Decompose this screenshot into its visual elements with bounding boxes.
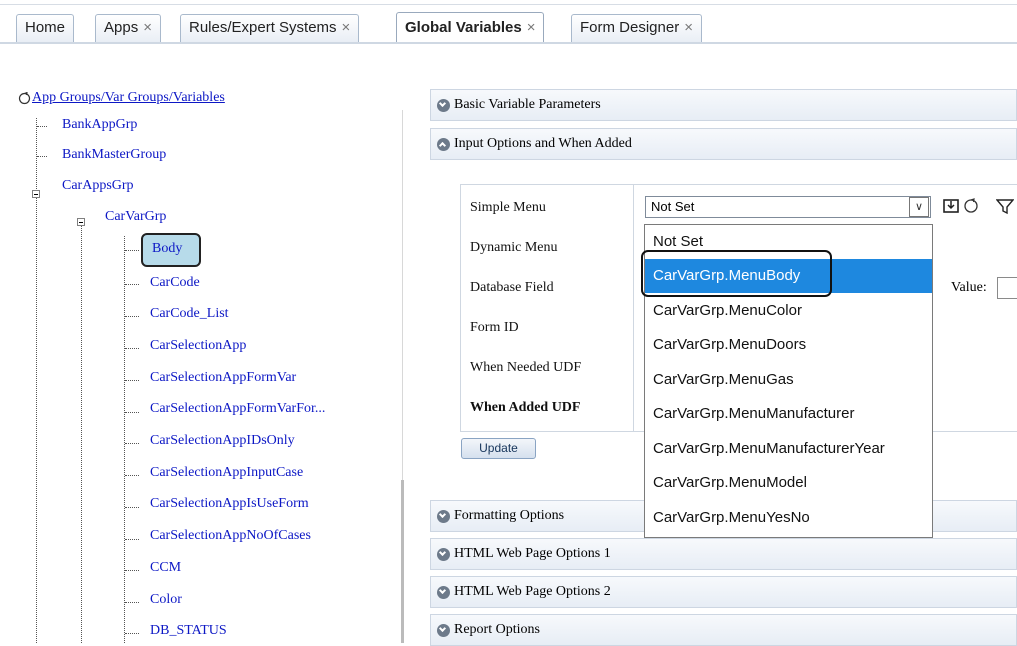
tab-label: Apps <box>104 19 139 36</box>
refresh-icon[interactable] <box>18 92 31 105</box>
chevron-up-icon <box>437 138 450 151</box>
dropdown-option[interactable]: CarVarGrp.MenuDoors <box>645 328 932 362</box>
tree-item[interactable]: CarSelectionAppIDsOnly <box>150 433 295 449</box>
tree-item[interactable]: CarSelectionAppNoOfCases <box>150 528 311 544</box>
tree-line <box>125 633 139 634</box>
when-added-udf-label: When Added UDF <box>470 400 581 415</box>
when-needed-udf-label: When Needed UDF <box>470 360 582 375</box>
tree-line <box>125 570 139 571</box>
tree-item[interactable]: CarSelectionAppFormVar <box>150 370 296 386</box>
tree-line <box>125 380 139 381</box>
tree-item-body[interactable]: Body <box>152 241 182 257</box>
tree-item[interactable]: CarSelectionAppIsUseForm <box>150 496 309 512</box>
section-basic-variable-parameters[interactable]: Basic Variable Parameters <box>430 89 1017 121</box>
dropdown-option[interactable]: CarVarGrp.MenuModel <box>645 466 932 500</box>
filter-icon[interactable] <box>996 196 1014 216</box>
tree-line <box>125 602 139 603</box>
chevron-down-icon[interactable]: ∨ <box>909 197 929 217</box>
tree-group-bankappgrp[interactable]: BankAppGrp <box>62 117 137 133</box>
tree-line <box>125 316 139 317</box>
tab-bar: Home Apps × Rules/Expert Systems × Global … <box>0 0 1017 44</box>
database-field-label: Database Field <box>470 280 554 295</box>
section-title: Formatting Options <box>454 508 565 523</box>
tree-line <box>125 412 139 413</box>
top-border <box>0 4 1017 5</box>
tree-line <box>124 236 125 643</box>
section-title: HTML Web Page Options 2 <box>454 584 611 599</box>
dropdown-option[interactable]: CarVarGrp.MenuColor <box>645 294 932 328</box>
tree-line <box>125 250 139 251</box>
tree-line <box>37 156 47 157</box>
close-icon[interactable]: × <box>342 19 351 36</box>
update-button[interactable]: Update <box>461 438 536 459</box>
tree-line <box>81 226 82 643</box>
tab-label: Rules/Expert Systems <box>189 19 337 36</box>
chevron-down-icon <box>437 624 450 637</box>
tree-group-carappsgrp[interactable]: CarAppsGrp <box>62 178 134 194</box>
tree-line <box>37 126 47 127</box>
tab-rules-expert-systems[interactable]: Rules/Expert Systems × <box>180 14 360 42</box>
form-id-label: Form ID <box>470 320 519 335</box>
tree-item[interactable]: CarSelectionAppInputCase <box>150 465 303 481</box>
tab-apps[interactable]: Apps × <box>95 14 161 42</box>
dropdown-option[interactable]: CarVarGrp.MenuManufacturerYear <box>645 432 932 466</box>
simple-menu-label: Simple Menu <box>470 200 546 215</box>
dropdown-option[interactable]: CarVarGrp.MenuGas <box>645 363 932 397</box>
tree-item[interactable]: CarSelectionApp <box>150 338 246 354</box>
section-title: Basic Variable Parameters <box>454 97 601 112</box>
close-icon[interactable]: × <box>527 19 536 36</box>
tree-root-link[interactable]: App Groups/Var Groups/Variables <box>32 90 225 106</box>
tree-line <box>125 284 139 285</box>
dropdown-option[interactable]: CarVarGrp.MenuManufacturer <box>645 397 932 431</box>
simple-menu-select[interactable]: Not Set <box>645 196 931 218</box>
section-html-web-page-options-1[interactable]: HTML Web Page Options 1 <box>430 538 1017 570</box>
tab-label: Home <box>25 19 66 36</box>
form-column-divider <box>633 184 634 432</box>
tree-line <box>125 539 139 540</box>
scrollbar-thumb[interactable] <box>401 480 404 643</box>
tree-line <box>125 507 139 508</box>
tree-group-bankmastergroup[interactable]: BankMasterGroup <box>62 147 166 163</box>
tab-global-variables[interactable]: Global Variables × <box>396 12 545 44</box>
section-input-options[interactable]: Input Options and When Added <box>430 128 1017 160</box>
tab-form-designer[interactable]: Form Designer × <box>571 14 702 42</box>
import-icon[interactable] <box>942 196 960 216</box>
tab-label: Global Variables <box>405 19 522 36</box>
chevron-down-icon <box>437 586 450 599</box>
tree-line <box>125 443 139 444</box>
tab-label: Form Designer <box>580 19 680 36</box>
tree-item[interactable]: CarCode_List <box>150 306 229 322</box>
tree-item[interactable]: CarSelectionAppFormVarFor... <box>150 401 325 417</box>
tab-home[interactable]: Home <box>16 14 75 42</box>
tree-line <box>125 475 139 476</box>
section-title: HTML Web Page Options 1 <box>454 546 611 561</box>
collapse-icon[interactable] <box>77 218 85 226</box>
tree-item[interactable]: CCM <box>150 560 181 576</box>
tree-item[interactable]: Color <box>150 592 182 608</box>
section-report-options[interactable]: Report Options <box>430 614 1017 646</box>
refresh-icon[interactable] <box>962 196 980 216</box>
section-title: Input Options and When Added <box>454 136 632 151</box>
tree-item[interactable]: CarCode <box>150 275 200 291</box>
value-input[interactable] <box>997 277 1017 299</box>
tree-subgroup-carvargrp[interactable]: CarVarGrp <box>105 209 166 225</box>
collapse-icon[interactable] <box>32 190 40 198</box>
section-html-web-page-options-2[interactable]: HTML Web Page Options 2 <box>430 576 1017 608</box>
dropdown-option[interactable]: CarVarGrp.MenuYesNo <box>645 501 932 535</box>
chevron-down-icon <box>437 548 450 561</box>
tree-item[interactable]: DB_STATUS <box>150 623 227 639</box>
chevron-down-icon <box>437 510 450 523</box>
highlight-annotation <box>641 250 832 297</box>
tree-line <box>125 348 139 349</box>
chevron-down-icon <box>437 99 450 112</box>
close-icon[interactable]: × <box>143 19 152 36</box>
dynamic-menu-label: Dynamic Menu <box>470 240 558 255</box>
value-label: Value: <box>951 280 987 295</box>
section-title: Report Options <box>454 622 540 637</box>
close-icon[interactable]: × <box>684 19 693 36</box>
